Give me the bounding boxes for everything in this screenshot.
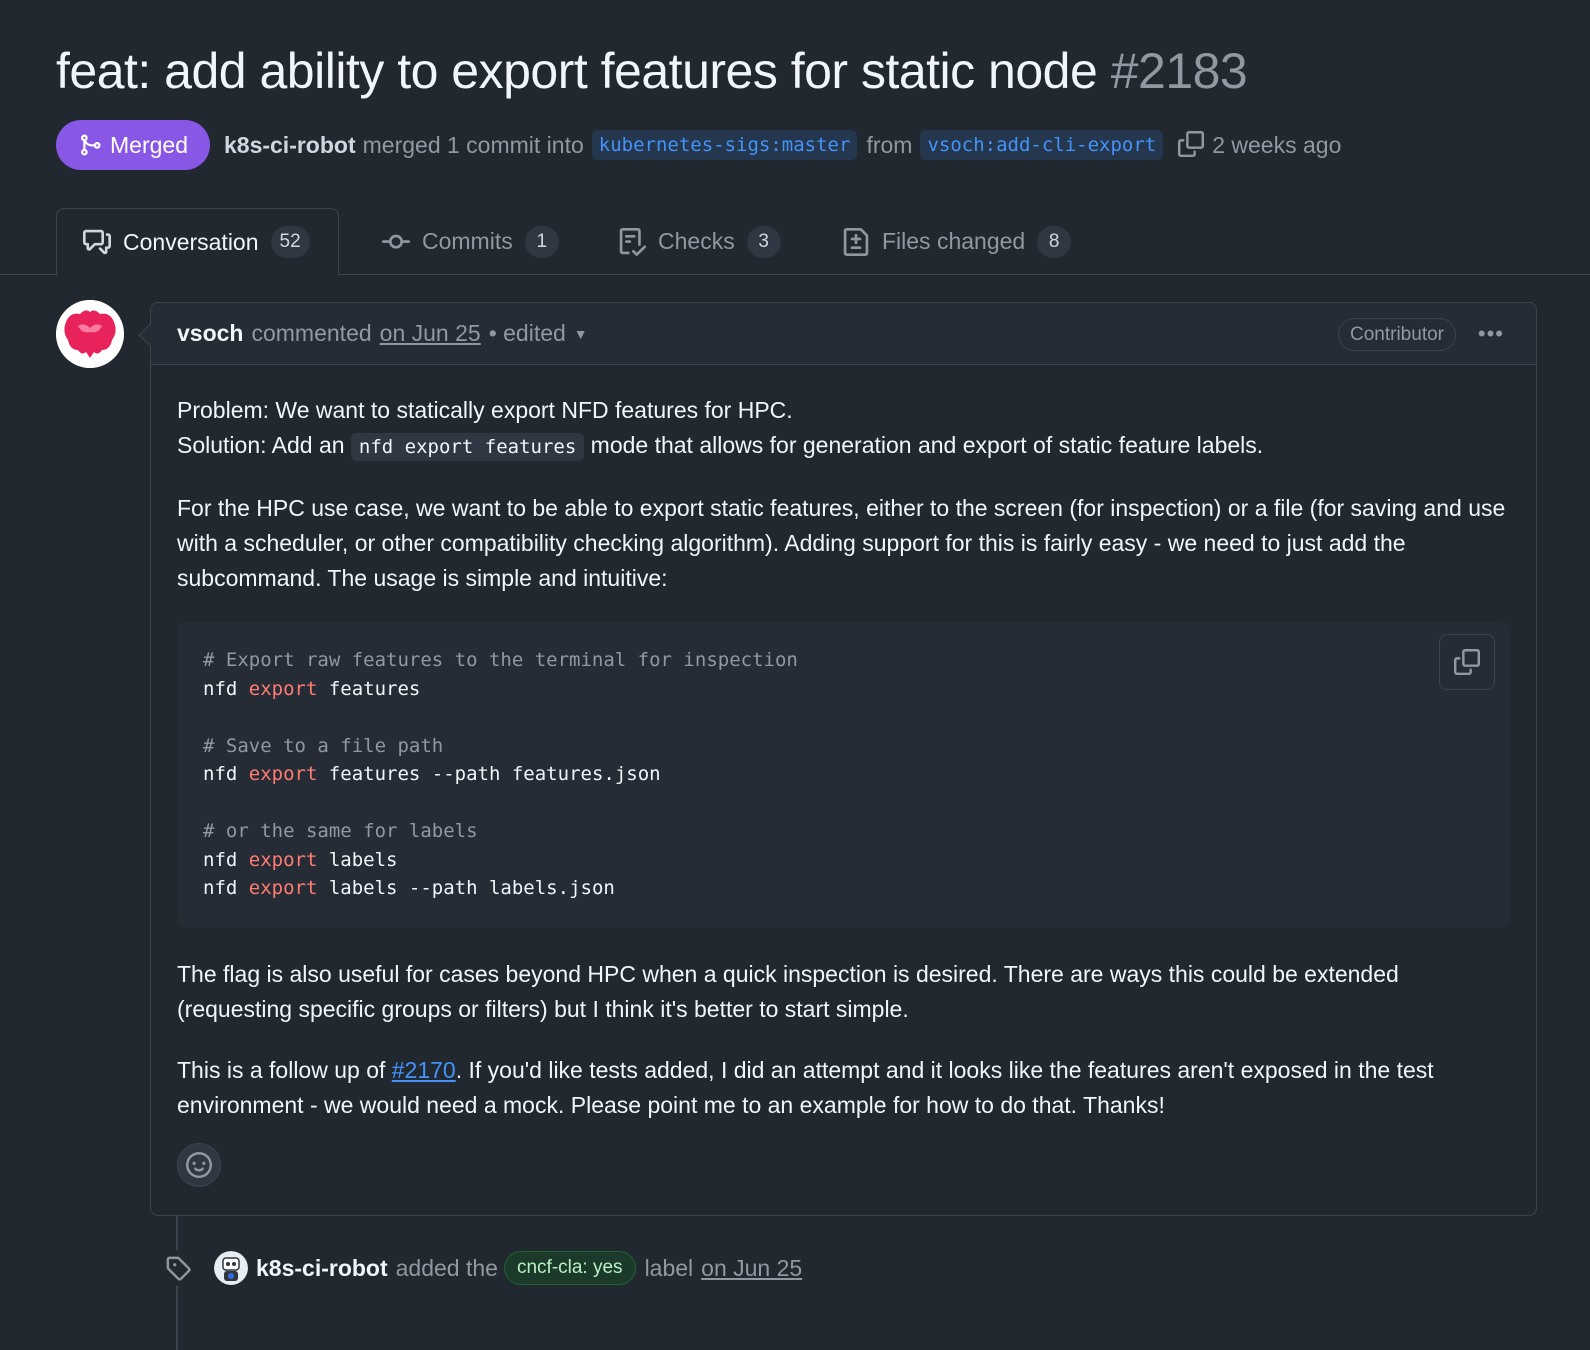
kebab-menu-icon[interactable]: ••• — [1478, 321, 1504, 347]
comment-body: Problem: We want to statically export NF… — [151, 365, 1536, 1123]
pr-title: feat: add ability to export features for… — [56, 43, 1098, 99]
tab-label: Conversation — [123, 228, 259, 255]
base-branch[interactable]: kubernetes-sigs:master — [591, 130, 858, 160]
head-branch[interactable]: vsoch:add-cli-export — [920, 130, 1164, 160]
merged-time: 2 weeks ago — [1212, 131, 1342, 158]
solution-text: Solution: Add an nfd export features mod… — [177, 428, 1510, 465]
comment-discussion-icon — [83, 229, 111, 255]
chevron-down-icon[interactable]: ▼ — [574, 326, 588, 342]
tab-conversation[interactable]: Conversation 52 — [56, 208, 339, 276]
merged-text: merged 1 commit into — [362, 131, 584, 158]
merger-link[interactable]: k8s-ci-robot — [224, 132, 356, 159]
bot-avatar[interactable] — [214, 1251, 248, 1285]
tab-commits[interactable]: Commits 1 — [382, 208, 559, 275]
copy-icon — [1454, 649, 1480, 675]
tab-counter: 3 — [746, 225, 781, 258]
issue-link[interactable]: #2170 — [392, 1057, 456, 1083]
smiley-icon — [186, 1152, 212, 1178]
author-avatar[interactable] — [56, 300, 124, 368]
tag-icon — [160, 1250, 196, 1286]
comment-author[interactable]: vsoch — [177, 320, 243, 347]
tab-counter: 52 — [270, 226, 310, 258]
inline-code: nfd export features — [350, 433, 585, 461]
add-reaction-button[interactable] — [177, 1143, 221, 1187]
paragraph: For the HPC use case, we want to be able… — [177, 495, 1506, 591]
file-diff-icon — [843, 227, 869, 256]
comment-box: vsoch commented on Jun 25 • edited ▼ Con… — [138, 302, 1537, 1216]
edited-dropdown[interactable]: • edited — [489, 320, 566, 347]
problem-text: Problem: We want to statically export NF… — [177, 397, 793, 423]
tab-label: Commits — [422, 228, 513, 254]
tab-counter: 1 — [524, 225, 559, 258]
code-block: # Export raw features to the terminal fo… — [177, 622, 1509, 927]
label-badge[interactable]: cncf-cla: yes — [503, 1251, 636, 1285]
from-text: from — [866, 131, 913, 158]
tab-label: Checks — [658, 228, 735, 254]
comment-date[interactable]: on Jun 25 — [380, 320, 481, 347]
tab-checks[interactable]: Checks 3 — [618, 208, 781, 275]
comment-header: vsoch commented on Jun 25 • edited ▼ Con… — [151, 303, 1536, 365]
state-label: Merged — [110, 131, 188, 158]
pr-number: #2183 — [1110, 43, 1248, 99]
git-merge-icon — [81, 134, 101, 156]
paragraph: This is a follow up of #2170. If you'd l… — [177, 1056, 1434, 1118]
event-text: label — [644, 1254, 694, 1281]
pr-tabs: Conversation 52 Commits 1 Checks 3 Files… — [0, 208, 1590, 276]
role-badge: Contributor — [1338, 318, 1456, 351]
event-date[interactable]: on Jun 25 — [701, 1255, 802, 1282]
event-actor[interactable]: k8s-ci-robot — [256, 1255, 388, 1282]
copy-branch-icon[interactable] — [1178, 131, 1206, 159]
git-commit-icon — [382, 234, 410, 249]
checklist-icon — [619, 227, 646, 256]
timeline-event-label: k8s-ci-robot added the cncf-cla: yes lab… — [160, 1246, 802, 1290]
event-text: added the — [395, 1254, 498, 1281]
pull-request-page: feat: add ability to export features for… — [0, 0, 1590, 1350]
pr-meta: Merged k8s-ci-robot merged 1 commit into… — [56, 120, 1349, 170]
tab-label: Files changed — [882, 228, 1026, 254]
merged-state-badge: Merged — [56, 120, 210, 170]
paragraph: The flag is also useful for cases beyond… — [177, 960, 1399, 1022]
comment-action: commented — [251, 320, 372, 346]
copy-code-button[interactable] — [1439, 634, 1495, 690]
page-title: feat: add ability to export features for… — [56, 42, 1248, 100]
tab-files-changed[interactable]: Files changed 8 — [842, 208, 1072, 275]
tab-counter: 8 — [1037, 225, 1072, 258]
